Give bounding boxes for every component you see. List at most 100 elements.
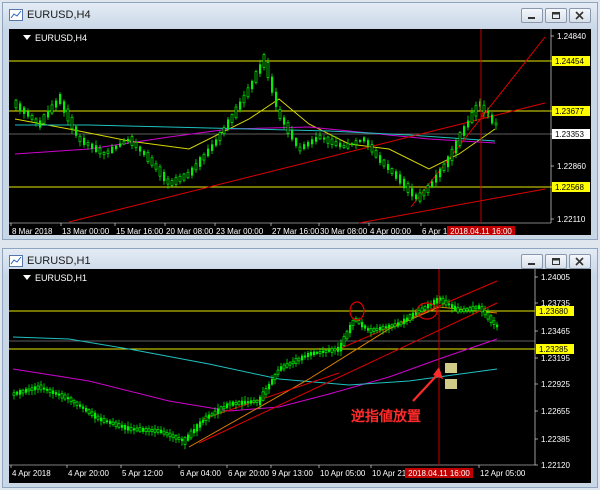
candle-body (448, 303, 451, 306)
candle-body (70, 116, 74, 130)
price-tick-label: 1.22860 (557, 162, 586, 171)
candle-body (282, 364, 286, 370)
time-tick-label: 15 Mar 16:00 (116, 227, 164, 235)
candle-body (427, 304, 430, 309)
candle-body (467, 120, 470, 128)
candle-body (14, 99, 18, 109)
candle-body (323, 137, 326, 140)
candle-body (72, 400, 76, 404)
candle-body (75, 401, 79, 406)
candle-body (322, 350, 325, 353)
candle-body (345, 330, 349, 340)
moving-average-magenta (12, 338, 498, 412)
candle-body (66, 108, 70, 122)
candle-body (393, 323, 397, 327)
candle-body (139, 146, 142, 152)
price-level-label: 1.23285 (539, 345, 568, 354)
candle-body (252, 400, 256, 403)
price-tick-label: 1.22110 (557, 215, 586, 224)
candle-body (334, 140, 338, 146)
annotation-arrow (412, 372, 440, 402)
candle-body (311, 139, 314, 145)
candle-body (442, 163, 446, 172)
candle-body (34, 386, 37, 391)
candle-body (27, 111, 30, 117)
candle-body (390, 168, 394, 174)
candle-body (415, 194, 418, 200)
candle-body (150, 157, 154, 166)
chart-canvas[interactable]: 1.24840 1.24454 1.23677 1.23353 1.22860 1.225… (9, 29, 593, 235)
candle-body (375, 327, 379, 331)
minimize-icon (528, 17, 535, 19)
candle-body (367, 328, 370, 331)
candle-body (47, 110, 50, 118)
price-chart-h1[interactable]: 1.24005 1.23735 1.23465 1.23195 1.22925 1.226… (9, 269, 591, 483)
candle-body (75, 126, 78, 136)
candle-body (133, 428, 136, 431)
candle-body (465, 308, 469, 311)
time-tick-label: 4 Apr 00:00 (370, 227, 411, 235)
candle-body (226, 403, 229, 409)
chart-canvas[interactable]: 1.240051.237351.234651.231951.229251.226… (9, 269, 593, 483)
candle-body (237, 401, 241, 406)
candle-body (367, 140, 370, 146)
candle-body (165, 432, 169, 436)
candle-body (246, 87, 250, 98)
time-tick-label: 9 Apr 13:00 (272, 469, 313, 478)
candle-body (259, 396, 262, 406)
price-chart-h4[interactable]: 1.24840 1.24454 1.23677 1.23353 1.22860 1.225… (9, 29, 591, 235)
candle-body (337, 346, 340, 352)
candle-body (154, 163, 158, 170)
candle-body (182, 173, 186, 181)
candle-body (422, 189, 426, 197)
candle-body (222, 406, 226, 409)
maximize-button[interactable] (545, 254, 567, 269)
candle-body (468, 306, 472, 312)
candle-body (339, 142, 342, 148)
close-button[interactable] (569, 254, 591, 269)
candle-body (288, 362, 292, 366)
minimize-button[interactable] (521, 8, 543, 23)
candle-body (142, 427, 145, 432)
candle-body (370, 144, 374, 153)
time-tick-label: 4 Apr 2018 (12, 469, 51, 478)
candle-body (363, 137, 366, 142)
candle-body (351, 319, 355, 327)
candle-body (381, 325, 385, 330)
candle-body (202, 153, 206, 161)
candle-body (489, 315, 493, 323)
close-button[interactable] (569, 8, 591, 23)
candle-body (480, 306, 484, 313)
candle-body (486, 312, 490, 320)
candle-body (374, 149, 378, 158)
candle-body (403, 318, 406, 325)
candle-body (273, 373, 277, 381)
chart-window-h4[interactable]: EURUSD,H4 1.248401.244541.236771.233531.… (2, 2, 598, 240)
chart-window-h1[interactable]: EURUSD,H1 1.24005 1.23735 1.23465 1.23195 1.… (2, 248, 598, 488)
candle-body (310, 351, 313, 356)
minimize-button[interactable] (521, 254, 543, 269)
candle-body (222, 127, 226, 134)
price-tick-label: 1.22655 (541, 407, 570, 416)
candle-body (171, 434, 175, 438)
window-titlebar[interactable]: EURUSD,H4 (3, 3, 597, 29)
maximize-button[interactable] (545, 8, 567, 23)
time-tick-label: 12 Apr 05:00 (480, 469, 526, 478)
candle-body (408, 314, 412, 321)
candle-body (95, 145, 98, 152)
candle-body (436, 298, 439, 304)
candle-body (441, 298, 445, 304)
candle-body (399, 321, 403, 326)
candle-body (129, 426, 133, 432)
price-level-label: 1.23680 (539, 307, 568, 316)
candle-body (406, 182, 410, 193)
candle-body (242, 94, 246, 104)
candle-body (174, 435, 178, 440)
candle-body (170, 180, 174, 186)
candle-body (143, 150, 146, 156)
candle-body (117, 423, 121, 428)
candle-body (127, 138, 130, 142)
candle-body (298, 146, 302, 152)
candle-body (418, 192, 422, 202)
candle-body (333, 348, 337, 352)
